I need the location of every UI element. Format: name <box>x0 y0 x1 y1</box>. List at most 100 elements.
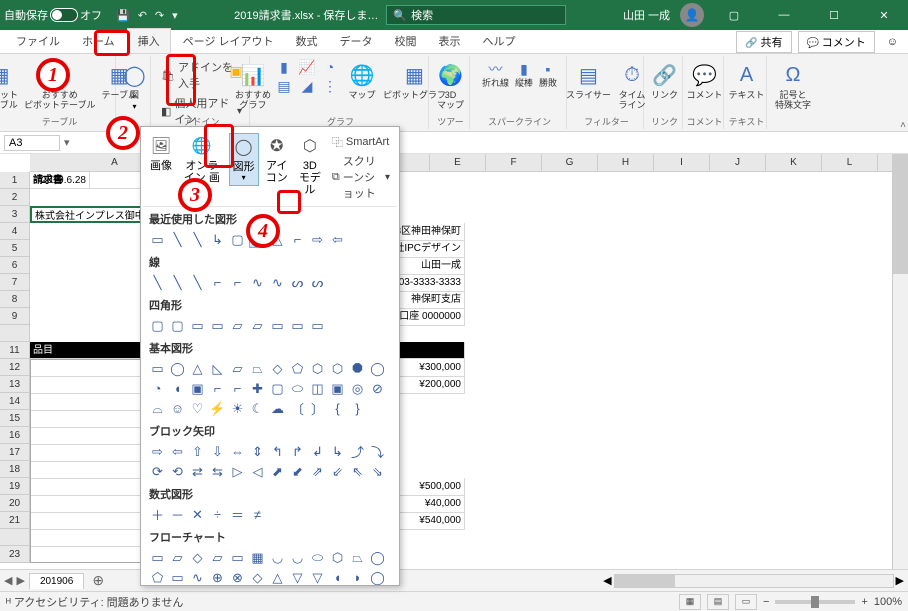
icons-button[interactable]: ✪アイ コン <box>263 133 291 186</box>
shape-arrow[interactable]: ⟳ <box>149 463 166 480</box>
sparkline-wl-button[interactable]: ▪勝敗 <box>537 58 559 91</box>
shape-extract[interactable]: ▽ <box>289 569 306 586</box>
shape-cross[interactable]: ✚ <box>249 380 266 397</box>
shape-heptagon[interactable]: ⬡ <box>329 360 346 377</box>
shape-arrow[interactable]: ⇆ <box>209 463 226 480</box>
shape-line[interactable]: ╲ <box>189 274 206 291</box>
collapse-ribbon-icon[interactable]: ˄ <box>900 120 906 131</box>
shape-arrow[interactable]: ⬈ <box>269 463 286 480</box>
shape-prep[interactable]: ⬡ <box>329 549 346 566</box>
shape-bracket[interactable]: 〕 <box>309 400 326 417</box>
zoom-out-icon[interactable]: − <box>763 596 769 608</box>
shape-rect[interactable]: ▭ <box>189 317 206 334</box>
cell[interactable]: ¥540,000 <box>400 512 465 530</box>
tab-help[interactable]: ヘルプ <box>473 29 526 53</box>
shape-manual[interactable]: ⏢ <box>349 549 366 566</box>
shape-elbow[interactable]: ⌐ <box>289 231 306 248</box>
cell[interactable]: ¥500,000 <box>400 478 465 496</box>
shape-offpage[interactable]: ⬠ <box>149 569 166 586</box>
shape-cube[interactable]: ◫ <box>309 380 326 397</box>
shape-multidoc[interactable]: ◡ <box>289 549 306 566</box>
shape-decagon[interactable]: ◯ <box>369 360 386 377</box>
shape-arrow[interactable]: ↰ <box>269 443 286 460</box>
tab-formulas[interactable]: 数式 <box>286 29 328 53</box>
shape-hexagon[interactable]: ⬡ <box>309 360 326 377</box>
shape-arrow[interactable]: ⇔ <box>229 443 246 460</box>
add-sheet-icon[interactable]: ⊕ <box>92 572 104 589</box>
shape-halfframe[interactable]: ⌐ <box>209 380 226 397</box>
tab-view[interactable]: 表示 <box>429 29 471 53</box>
vertical-scrollbar[interactable] <box>892 154 908 569</box>
shape-brace[interactable]: } <box>349 400 366 417</box>
slicer-button[interactable]: ▤スライサー <box>564 58 613 103</box>
zoom-level[interactable]: 100% <box>874 596 902 608</box>
tab-home[interactable]: ホーム <box>72 29 125 53</box>
shape-roundrect[interactable]: ▢ <box>169 317 186 334</box>
shape-sort[interactable]: △ <box>269 569 286 586</box>
shape-lightning[interactable]: ⚡ <box>209 400 226 417</box>
tab-review[interactable]: 校閲 <box>385 29 427 53</box>
shape-arrow[interactable]: ⇨ <box>149 443 166 460</box>
shape-line[interactable]: ╲ <box>149 274 166 291</box>
shape-scribble[interactable]: ᔕ <box>309 274 326 291</box>
shape-curve[interactable]: ∿ <box>269 274 286 291</box>
shape-arrow[interactable]: ↱ <box>289 443 306 460</box>
shape-rect[interactable]: ▭ <box>289 317 306 334</box>
shapes-button[interactable]: ◯図形▾ <box>229 133 259 186</box>
tab-insert[interactable]: 挿入 <box>127 28 171 53</box>
shape-process[interactable]: ▭ <box>149 549 166 566</box>
accessibility-status[interactable]: ᴴ アクセシビリティ: 問題ありません <box>6 594 183 610</box>
help-icon[interactable]: ☺ <box>881 36 904 48</box>
shape-internal[interactable]: ▦ <box>249 549 266 566</box>
shape-minus[interactable]: － <box>169 506 186 523</box>
shape-heart[interactable]: ♡ <box>189 400 206 417</box>
illustrations-button[interactable]: ◯図▾ <box>118 58 152 113</box>
pagebreak-view-button[interactable]: ▭ <box>735 594 757 610</box>
shape-arrow[interactable]: ⤵ <box>369 443 386 460</box>
shape-arrow[interactable]: ⇨ <box>309 231 326 248</box>
link-button[interactable]: 🔗リンク <box>648 58 682 103</box>
line-chart-icon[interactable]: 📈 <box>298 58 316 76</box>
shape-chord[interactable]: ◖ <box>169 380 186 397</box>
shape-rect[interactable]: ▱ <box>229 317 246 334</box>
avatar[interactable]: 👤 <box>680 3 704 27</box>
shape-arrow2[interactable]: ⇦ <box>329 231 346 248</box>
shape-decision[interactable]: ◇ <box>189 549 206 566</box>
zoom-in-icon[interactable]: + <box>861 596 867 608</box>
shape-notequal[interactable]: ≠ <box>249 506 266 523</box>
shape-curve[interactable]: ∿ <box>249 274 266 291</box>
cell[interactable]: 2019.6.28 <box>30 172 90 189</box>
shape-line[interactable]: ╲ <box>169 274 186 291</box>
shape-diamond[interactable]: ◇ <box>269 360 286 377</box>
image-button[interactable]: 🖼画像 <box>147 133 175 174</box>
text-button[interactable]: Aテキスト <box>727 58 767 103</box>
shape-pentagon[interactable]: ⬠ <box>289 360 306 377</box>
zoom-slider[interactable] <box>775 600 855 604</box>
shape-arrow[interactable]: ⇧ <box>189 443 206 460</box>
timeline-button[interactable]: ⏱タイム ライン <box>615 58 649 113</box>
shape-donut[interactable]: ◎ <box>349 380 366 397</box>
scroll-right-icon[interactable]: ▶ <box>896 574 904 587</box>
shape-blockarc[interactable]: ⌓ <box>149 400 166 417</box>
shape-arrow[interactable]: ⇦ <box>169 443 186 460</box>
shape-lshape[interactable]: ⌐ <box>229 380 246 397</box>
redo-icon[interactable]: ↷ <box>155 9 164 22</box>
shape-smiley[interactable]: ☺ <box>169 400 186 417</box>
shape-triangle[interactable]: △ <box>189 360 206 377</box>
minimize-icon[interactable]: — <box>764 0 804 30</box>
shape-moon[interactable]: ☾ <box>249 400 266 417</box>
close-icon[interactable]: ✕ <box>864 0 904 30</box>
row-headers[interactable]: 123456789111213141516171819202123 <box>0 172 30 563</box>
normal-view-button[interactable]: ▦ <box>679 594 701 610</box>
shape-tape[interactable]: ∿ <box>189 569 206 586</box>
shape-stored[interactable]: ◖ <box>329 569 346 586</box>
shape-arrow[interactable]: ⇩ <box>209 443 226 460</box>
bar-chart-icon[interactable]: ▤ <box>275 77 293 95</box>
shape-elbow[interactable]: ⌐ <box>209 274 226 291</box>
tab-file[interactable]: ファイル <box>6 29 70 53</box>
column-chart-icon[interactable]: ▮ <box>275 58 293 76</box>
share-button[interactable]: 🔗 共有 <box>736 31 791 53</box>
shape-predef[interactable]: ▭ <box>229 549 246 566</box>
shape-arrow[interactable]: ⇖ <box>349 463 366 480</box>
shape-oval[interactable]: ◯ <box>169 360 186 377</box>
